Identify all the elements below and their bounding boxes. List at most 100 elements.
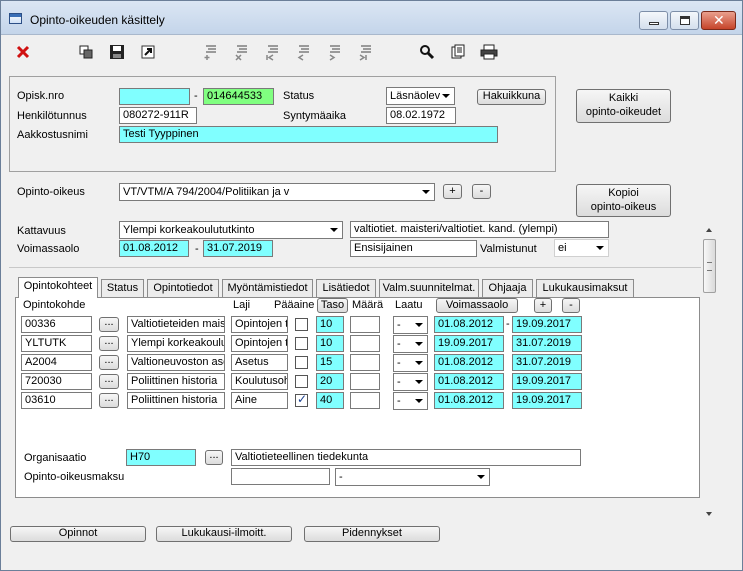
personal-id-field[interactable]: 080272-911R <box>119 107 197 124</box>
row-level-field[interactable]: 10 <box>316 316 344 333</box>
extensions-button[interactable]: Pidennykset <box>304 526 440 542</box>
row-name-field[interactable]: Ylempi korkeakoulu <box>127 335 225 352</box>
studies-button[interactable]: Opinnot <box>10 526 146 542</box>
row-quality-select[interactable]: - <box>393 335 428 353</box>
fee-field[interactable] <box>231 468 330 485</box>
row-valid-to-field[interactable]: 31.07.2019 <box>512 335 582 352</box>
priority-field[interactable]: Ensisijainen <box>350 240 477 257</box>
copy-record-button[interactable] <box>75 41 97 63</box>
tab-study-info[interactable]: Opintotiedot <box>147 279 219 297</box>
remove-target-button[interactable]: - <box>562 298 580 313</box>
tab-graduation-plans[interactable]: Valm.suunnitelmat. <box>379 279 479 297</box>
row-quality-select[interactable]: - <box>393 373 428 391</box>
row-valid-to-field[interactable]: 31.07.2019 <box>512 354 582 371</box>
birth-date-field[interactable]: 08.02.1972 <box>386 107 456 124</box>
row-valid-from-field[interactable]: 01.08.2012 <box>434 316 504 333</box>
student-number-prefix-field[interactable] <box>119 88 190 105</box>
copy-study-right-button[interactable]: Kopioi opinto-oikeus <box>576 184 671 217</box>
document-button[interactable] <box>447 41 469 63</box>
next-row-button[interactable] <box>324 41 346 63</box>
row-level-field[interactable]: 15 <box>316 354 344 371</box>
print-button[interactable] <box>478 41 500 63</box>
row-name-field[interactable]: Poliittinen historia <box>127 373 225 390</box>
degree-description-field[interactable]: valtiotiet. maisteri/valtiotiet. kand. (… <box>350 221 609 238</box>
row-main-subject-checkbox[interactable] <box>295 356 308 369</box>
row-type-field[interactable]: Asetus <box>231 354 288 371</box>
organization-name-field[interactable]: Valtiotieteellinen tiedekunta <box>231 449 581 466</box>
search-button[interactable] <box>416 41 438 63</box>
row-amount-field[interactable] <box>350 354 380 371</box>
row-amount-field[interactable] <box>350 373 380 390</box>
row-code-field[interactable]: 720030 <box>21 373 92 390</box>
organization-code-field[interactable]: H70 <box>126 449 196 466</box>
col-header-validity-button[interactable]: Voimassaolo <box>436 298 518 313</box>
row-valid-from-field[interactable]: 01.08.2012 <box>434 354 504 371</box>
tab-grant-info[interactable]: Myöntämistiedot <box>222 279 313 297</box>
row-level-field[interactable]: 10 <box>316 335 344 352</box>
row-type-field[interactable]: Koulutusoh <box>231 373 288 390</box>
tab-supervisor[interactable]: Ohjaaja <box>482 279 533 297</box>
row-main-subject-checkbox[interactable] <box>295 392 308 407</box>
minimize-button[interactable] <box>639 11 668 30</box>
search-window-button[interactable]: Hakuikkuna <box>477 89 546 105</box>
tab-study-targets[interactable]: Opintokohteet <box>18 277 98 298</box>
row-amount-field[interactable] <box>350 316 380 333</box>
remove-study-right-button[interactable]: - <box>472 184 491 199</box>
add-study-right-button[interactable]: + <box>443 184 462 199</box>
sort-name-field[interactable]: Testi Tyyppinen <box>119 126 498 143</box>
scroll-up-arrow-icon[interactable] <box>702 223 717 237</box>
scroll-thumb[interactable] <box>703 239 716 293</box>
fee-select[interactable]: - <box>335 468 490 486</box>
open-link-button[interactable] <box>137 41 159 63</box>
row-browse-button[interactable]: ... <box>99 317 119 332</box>
row-type-field[interactable]: Opintojen t <box>231 316 288 333</box>
last-row-button[interactable] <box>355 41 377 63</box>
vertical-scrollbar[interactable] <box>702 223 717 521</box>
row-valid-to-field[interactable]: 19.09.2017 <box>512 316 582 333</box>
add-target-button[interactable]: + <box>534 298 552 313</box>
previous-row-button[interactable] <box>293 41 315 63</box>
row-code-field[interactable]: A2004 <box>21 354 92 371</box>
validity-from-field[interactable]: 01.08.2012 <box>119 240 189 257</box>
first-row-button[interactable] <box>262 41 284 63</box>
row-code-field[interactable]: 00336 <box>21 316 92 333</box>
row-name-field[interactable]: Valtioneuvoston ase <box>127 354 225 371</box>
row-browse-button[interactable]: ... <box>99 336 119 351</box>
row-main-subject-checkbox[interactable] <box>295 318 308 331</box>
organization-browse-button[interactable]: ... <box>205 450 223 465</box>
row-browse-button[interactable]: ... <box>99 393 119 408</box>
row-main-subject-checkbox[interactable] <box>295 375 308 388</box>
row-valid-to-field[interactable]: 19.09.2017 <box>512 392 582 409</box>
close-window-button[interactable]: ✕ <box>701 11 736 30</box>
row-type-field[interactable]: Opintojen t <box>231 335 288 352</box>
tab-additional-info[interactable]: Lisätiedot <box>316 279 376 297</box>
row-code-field[interactable]: 03610 <box>21 392 92 409</box>
tab-status[interactable]: Status <box>101 279 144 297</box>
row-main-subject-checkbox[interactable] <box>295 337 308 350</box>
row-name-field[interactable]: Valtiotieteiden maist <box>127 316 225 333</box>
save-button[interactable] <box>106 41 128 63</box>
row-quality-select[interactable]: - <box>393 392 428 410</box>
graduated-select[interactable]: ei <box>554 239 609 257</box>
row-browse-button[interactable]: ... <box>99 374 119 389</box>
row-valid-from-field[interactable]: 19.09.2017 <box>434 335 504 352</box>
row-quality-select[interactable]: - <box>393 354 428 372</box>
validity-to-field[interactable]: 31.07.2019 <box>203 240 273 257</box>
row-valid-from-field[interactable]: 01.08.2012 <box>434 373 504 390</box>
delete-button[interactable] <box>12 41 34 63</box>
tab-tuition-fees[interactable]: Lukukausimaksut <box>536 279 634 297</box>
coverage-select[interactable]: Ylempi korkeakoulututkinto <box>119 221 343 239</box>
maximize-button[interactable] <box>670 11 699 30</box>
status-select[interactable]: Läsnäolev <box>386 87 455 105</box>
row-valid-from-field[interactable]: 01.08.2012 <box>434 392 504 409</box>
add-row-button[interactable] <box>200 41 222 63</box>
row-name-field[interactable]: Poliittinen historia <box>127 392 225 409</box>
row-level-field[interactable]: 20 <box>316 373 344 390</box>
row-valid-to-field[interactable]: 19.09.2017 <box>512 373 582 390</box>
student-number-field[interactable]: 014644533 <box>203 88 274 105</box>
row-amount-field[interactable] <box>350 335 380 352</box>
row-browse-button[interactable]: ... <box>99 355 119 370</box>
row-code-field[interactable]: YLTUTK <box>21 335 92 352</box>
row-quality-select[interactable]: - <box>393 316 428 334</box>
row-level-field[interactable]: 40 <box>316 392 344 409</box>
